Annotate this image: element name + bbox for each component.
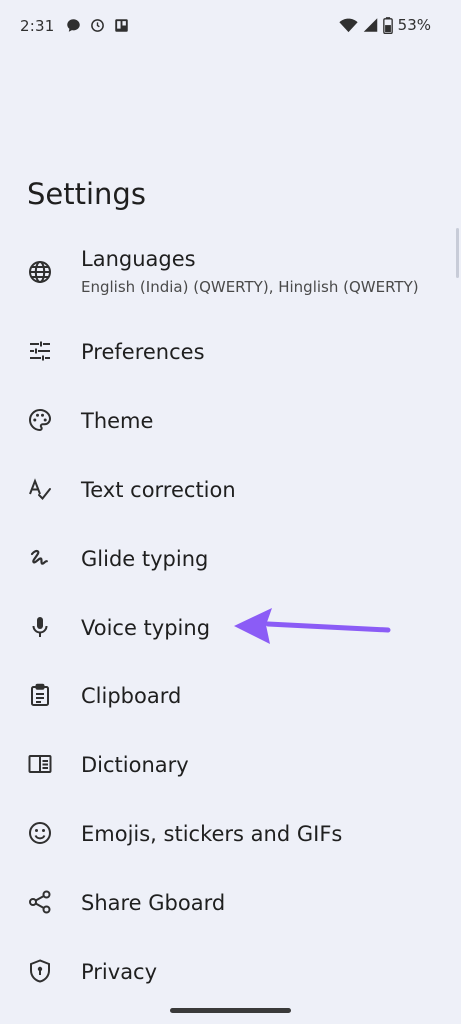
- gesture-nav-handle[interactable]: [170, 1008, 291, 1013]
- settings-item-label: Share Gboard: [81, 891, 226, 915]
- settings-item-glide-typing[interactable]: Glide typing: [0, 527, 461, 589]
- smiley-icon: [27, 820, 53, 846]
- palette-icon: [27, 407, 53, 433]
- chat-bubble-icon: [66, 18, 81, 33]
- shield-icon: [27, 958, 53, 984]
- settings-item-label: Glide typing: [81, 547, 209, 571]
- settings-item-dictionary[interactable]: Dictionary: [0, 733, 461, 795]
- settings-item-label: Preferences: [81, 340, 205, 364]
- settings-item-privacy[interactable]: Privacy: [0, 940, 461, 1002]
- settings-item-languages[interactable]: Languages English (India) (QWERTY), Hing…: [0, 230, 461, 306]
- settings-item-emojis[interactable]: Emojis, stickers and GIFs: [0, 802, 461, 864]
- settings-item-subtitle: English (India) (QWERTY), Hinglish (QWER…: [81, 278, 419, 296]
- settings-item-label: Languages: [81, 247, 196, 271]
- text-check-icon: [27, 476, 53, 502]
- page-title: Settings: [27, 177, 146, 211]
- refresh-clock-icon: [90, 18, 105, 33]
- settings-item-label: Voice typing: [81, 616, 211, 640]
- settings-item-label: Text correction: [81, 478, 236, 502]
- settings-item-share-gboard[interactable]: Share Gboard: [0, 871, 461, 933]
- status-bar: 2:31 53%: [0, 0, 461, 56]
- status-time: 2:31: [20, 17, 55, 35]
- notification-icons: [66, 18, 129, 33]
- settings-item-label: Emojis, stickers and GIFs: [81, 822, 343, 846]
- system-status: 53%: [339, 16, 431, 34]
- settings-item-clipboard[interactable]: Clipboard: [0, 664, 461, 726]
- sliders-icon: [27, 338, 53, 364]
- battery-percent: 53%: [397, 16, 431, 34]
- settings-item-label: Theme: [81, 409, 154, 433]
- glide-squiggle-icon: [27, 545, 53, 571]
- trello-board-icon: [114, 18, 129, 33]
- cellular-signal-icon: [363, 17, 378, 33]
- wifi-icon: [339, 17, 358, 33]
- settings-item-label: Clipboard: [81, 684, 182, 708]
- settings-item-theme[interactable]: Theme: [0, 389, 461, 451]
- clipboard-icon: [27, 682, 53, 708]
- settings-item-label: Dictionary: [81, 753, 189, 777]
- share-icon: [27, 889, 53, 915]
- globe-icon: [27, 259, 53, 285]
- microphone-icon: [27, 614, 53, 640]
- settings-item-text-correction[interactable]: Text correction: [0, 458, 461, 520]
- settings-item-label: Privacy: [81, 960, 158, 984]
- book-icon: [27, 751, 53, 777]
- annotation-arrow: [228, 602, 392, 648]
- battery-icon: [382, 16, 393, 34]
- settings-item-preferences[interactable]: Preferences: [0, 320, 461, 382]
